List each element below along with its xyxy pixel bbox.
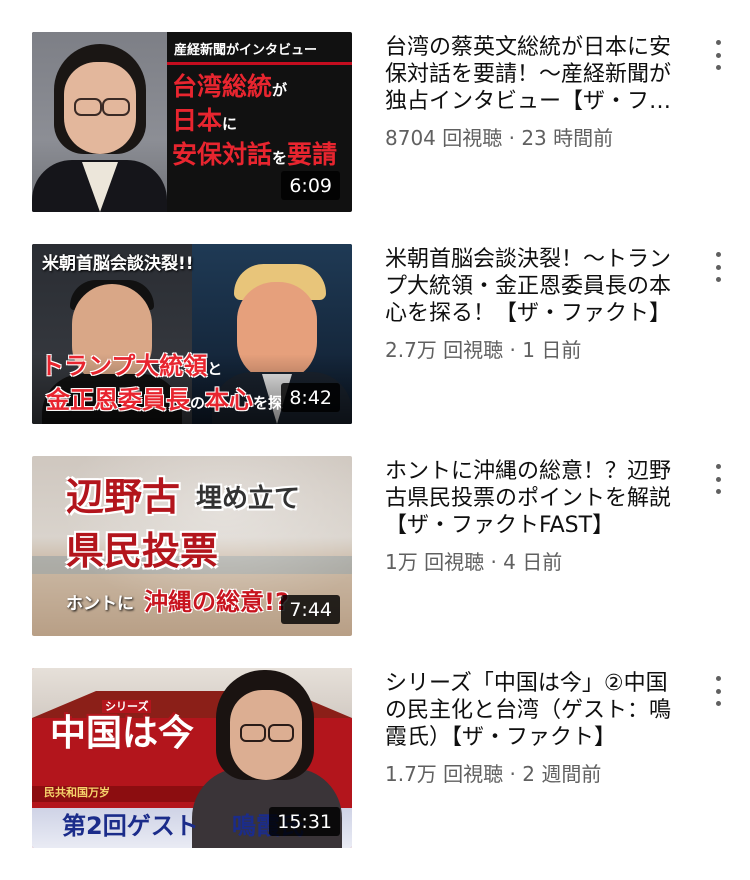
video-thumbnail[interactable]: 辺野古 埋め立て 県民投票 ホントに 沖縄の総意!? 7:44	[32, 456, 352, 636]
thumbnail-caption: 日本に	[172, 106, 238, 135]
video-title[interactable]: 台湾の蔡英文総統が日本に安保対話を要請！〜産経新聞が独占インタビュー【ザ・ファク…	[385, 34, 680, 115]
thumbnail-caption: 産経新聞がインタビュー	[174, 43, 318, 58]
video-thumbnail[interactable]: 米朝首脳会談決裂!! トランプ大統領と 金正恩委員長の本心を探 8:42	[32, 244, 352, 424]
video-duration: 8:42	[281, 383, 340, 412]
video-meta: 8704 回視聴 · 23 時間前	[385, 126, 614, 150]
thumbnail-caption: 埋め立て	[196, 484, 301, 514]
video-duration: 7:44	[281, 595, 340, 624]
video-item[interactable]: 米朝首脳会談決裂!! トランプ大統領と 金正恩委員長の本心を探 8:42 米朝首…	[0, 244, 750, 456]
thumbnail-caption: ホントに	[66, 594, 134, 614]
video-meta: 2.7万 回視聴 · 1 日前	[385, 338, 582, 362]
more-options-icon[interactable]	[706, 38, 730, 72]
video-meta: 1万 回視聴 · 4 日前	[385, 550, 563, 574]
thumbnail-caption: 金正恩委員長の本心を探	[46, 386, 284, 414]
thumbnail-caption: 県民投票	[66, 529, 219, 573]
video-item[interactable]: シリーズ 中国は今 民共和国万岁 第2回ゲスト 鳴霞氏 15:31 シリーズ「中…	[0, 668, 750, 880]
thumbnail-caption: 中国は今	[50, 713, 195, 754]
video-duration: 15:31	[269, 807, 340, 836]
thumbnail-caption: 第2回ゲスト	[62, 812, 199, 840]
video-item[interactable]: 産経新聞がインタビュー 台湾総統が 日本に 安保対話を要請 6:09 台湾の蔡英…	[0, 32, 750, 244]
more-options-icon[interactable]	[706, 462, 730, 496]
video-item[interactable]: 辺野古 埋め立て 県民投票 ホントに 沖縄の総意!? 7:44 ホントに沖縄の総…	[0, 456, 750, 668]
thumbnail-photo	[32, 32, 167, 212]
thumbnail-caption: トランプ大統領と	[40, 352, 223, 380]
video-title[interactable]: 米朝首脳会談決裂！〜トランプ大統領・金正恩委員長の本心を探る！【ザ・ファクト】	[385, 246, 680, 327]
more-options-icon[interactable]	[706, 674, 730, 708]
thumbnail-caption: 米朝首脳会談決裂!!	[42, 254, 194, 274]
thumbnail-caption: シリーズ	[102, 700, 152, 713]
video-duration: 6:09	[281, 171, 340, 200]
video-thumbnail[interactable]: シリーズ 中国は今 民共和国万岁 第2回ゲスト 鳴霞氏 15:31	[32, 668, 352, 848]
thumbnail-caption: 沖縄の総意!?	[144, 588, 289, 616]
thumbnail-caption: 辺野古	[66, 475, 181, 519]
video-title[interactable]: ホントに沖縄の総意！？辺野古県民投票のポイントを解説【ザ・ファクトFAST】	[385, 458, 680, 539]
more-options-icon[interactable]	[706, 250, 730, 284]
thumbnail-caption: 台湾総統が	[172, 72, 288, 101]
thumbnail-caption: 民共和国万岁	[44, 786, 110, 799]
video-title[interactable]: シリーズ「中国は今」②中国の民主化と台湾（ゲスト：鳴霞氏）【ザ・ファクト】	[385, 670, 680, 751]
thumbnail-caption: 安保対話を要請	[172, 140, 338, 169]
video-meta: 1.7万 回視聴 · 2 週間前	[385, 762, 602, 786]
video-thumbnail[interactable]: 産経新聞がインタビュー 台湾総統が 日本に 安保対話を要請 6:09	[32, 32, 352, 212]
